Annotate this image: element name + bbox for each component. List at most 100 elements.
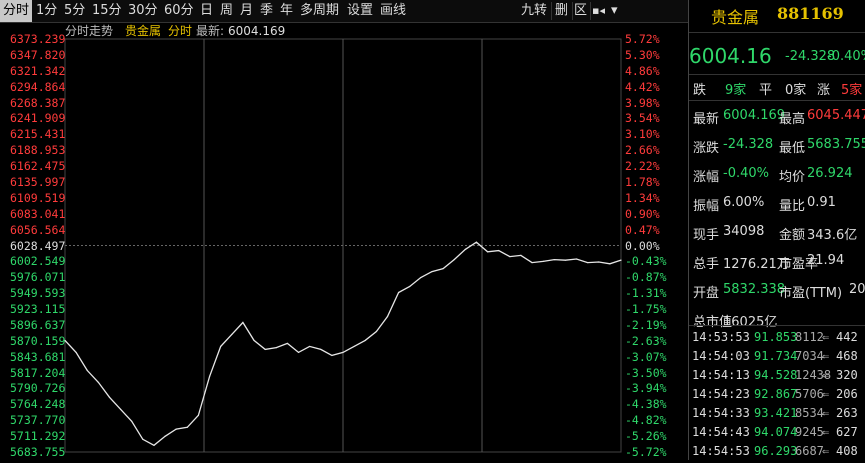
- percent-tick-label: 2.66%: [625, 143, 660, 158]
- price-point: [353, 345, 355, 348]
- stat-label: 金额: [779, 228, 806, 243]
- price-tick-label: 5711.292: [10, 429, 66, 444]
- percent-tick-label: -2.63%: [625, 333, 667, 348]
- tick-row: 14:54:33 93.421 8534 ⇐ 263: [689, 406, 865, 425]
- price-point: [575, 258, 578, 260]
- price-point: [431, 270, 433, 273]
- price-tick-label: 6241.909: [10, 111, 66, 126]
- stat-label: 最低: [779, 141, 806, 156]
- tick-count: 320: [836, 368, 858, 382]
- percent-tick-label: 5.72%: [625, 32, 660, 46]
- price-point: [75, 351, 77, 354]
- stat-value: 6.00%: [723, 195, 765, 210]
- tick-row: 14:54:53 96.293 6687 ⇐ 408: [689, 444, 865, 463]
- percent-tick-label: -0.87%: [625, 270, 667, 285]
- price-point: [520, 254, 522, 256]
- divider: [689, 32, 865, 33]
- tick-price: 94.074: [754, 425, 798, 439]
- stat-label: 均价: [779, 170, 806, 185]
- tick-time: 14:54:43: [692, 425, 750, 439]
- percent-tick-label: -2.19%: [625, 317, 667, 332]
- price-point: [398, 291, 400, 294]
- percent-tick-label: -1.31%: [625, 286, 667, 301]
- stat-label: 最新: [693, 112, 720, 127]
- price-point: [208, 375, 211, 377]
- tick-count: 263: [836, 406, 858, 420]
- price-point: [142, 438, 144, 440]
- price-point: [320, 348, 322, 351]
- arrow-left-icon: ⇐: [822, 425, 830, 439]
- arrow-left-icon: ⇐: [822, 330, 830, 344]
- price-tick-label: 6373.239: [10, 32, 66, 46]
- tick-volume: 6687: [795, 444, 824, 458]
- tick-volume: 8534: [795, 406, 824, 420]
- stat-label: 现手: [693, 228, 720, 243]
- price-point: [131, 420, 133, 422]
- stat-label: 涨跌: [693, 141, 720, 156]
- tick-volume: 8112: [795, 330, 824, 344]
- price-point: [175, 428, 177, 430]
- percent-tick-label: 4.86%: [625, 63, 660, 78]
- stat-value: 5832.338: [723, 282, 786, 297]
- percent-tick-label: 2.22%: [625, 159, 660, 174]
- percent-tick-label: 3.10%: [625, 127, 660, 142]
- price-tick-label: 6162.475: [10, 159, 66, 174]
- stat-label: 量比: [779, 199, 806, 214]
- price-point: [286, 342, 288, 345]
- tick-row: 14:54:03 91.734 7034 ⇐ 468: [689, 349, 865, 368]
- price-tick-label: 6028.497: [10, 238, 66, 253]
- intraday-chart[interactable]: [0, 0, 688, 460]
- stat-label: 振幅: [693, 199, 720, 214]
- stat-value: 26.924: [807, 166, 853, 181]
- price-point: [309, 345, 311, 348]
- tick-price: 91.853: [754, 330, 798, 344]
- tick-row: 14:54:43 94.074 9245 ⇐ 627: [689, 425, 865, 444]
- stat-label: 涨幅: [693, 170, 720, 185]
- percent-tick-label: -5.72%: [625, 445, 667, 459]
- tick-price: 92.867: [754, 387, 798, 401]
- breadth-down-label: 跌: [693, 83, 707, 98]
- tick-row: 14:53:53 91.853 8112 ⇐ 442: [689, 330, 865, 349]
- tick-count: 627: [836, 425, 858, 439]
- panel-code: 881169: [777, 4, 844, 23]
- stat-value: 6045.447: [807, 108, 865, 123]
- price-point: [620, 259, 622, 261]
- price-point: [464, 248, 466, 250]
- price-point: [197, 414, 200, 416]
- percent-tick-label: -1.75%: [625, 302, 667, 317]
- arrow-left-icon: ⇐: [822, 368, 830, 382]
- stat-value: 343.6亿: [807, 228, 858, 243]
- price-point: [97, 381, 99, 383]
- tick-time: 14:54:03: [692, 349, 750, 363]
- price-tick-label: 6109.519: [10, 190, 66, 205]
- percent-tick-label: 0.90%: [625, 206, 660, 221]
- price-tick-label: 5923.115: [10, 302, 66, 317]
- price-tick-label: 5764.248: [10, 397, 66, 412]
- stat-value: 0.91: [807, 195, 836, 210]
- panel-price: 6004.16: [689, 44, 772, 68]
- price-point: [409, 285, 411, 288]
- price-tick-label: 6347.820: [10, 47, 66, 62]
- percent-tick-label: -0.43%: [625, 254, 667, 269]
- price-tick-label: 5896.637: [10, 317, 66, 332]
- price-tick-label: 6135.997: [10, 174, 66, 189]
- breadth-flat-label: 平: [759, 83, 773, 98]
- price-point: [264, 348, 266, 351]
- price-tick-label: 5790.726: [10, 381, 66, 396]
- tick-volume: 9245: [795, 425, 824, 439]
- tick-price: 94.528: [754, 368, 798, 382]
- percent-tick-label: 5.30%: [625, 47, 660, 62]
- tick-count: 468: [836, 349, 858, 363]
- price-point: [275, 347, 277, 349]
- percent-tick-label: 0.00%: [625, 238, 660, 253]
- tick-row: 14:54:23 92.867 5706 ⇐ 206: [689, 387, 865, 406]
- price-point: [375, 330, 377, 333]
- arrow-left-icon: ⇐: [822, 387, 830, 401]
- price-point: [442, 267, 444, 270]
- percent-tick-label: -3.94%: [625, 381, 667, 396]
- price-tick-label: 5843.681: [10, 349, 66, 364]
- price-point: [186, 426, 188, 428]
- price-point: [587, 261, 589, 264]
- price-point: [564, 259, 567, 261]
- price-point: [486, 251, 489, 253]
